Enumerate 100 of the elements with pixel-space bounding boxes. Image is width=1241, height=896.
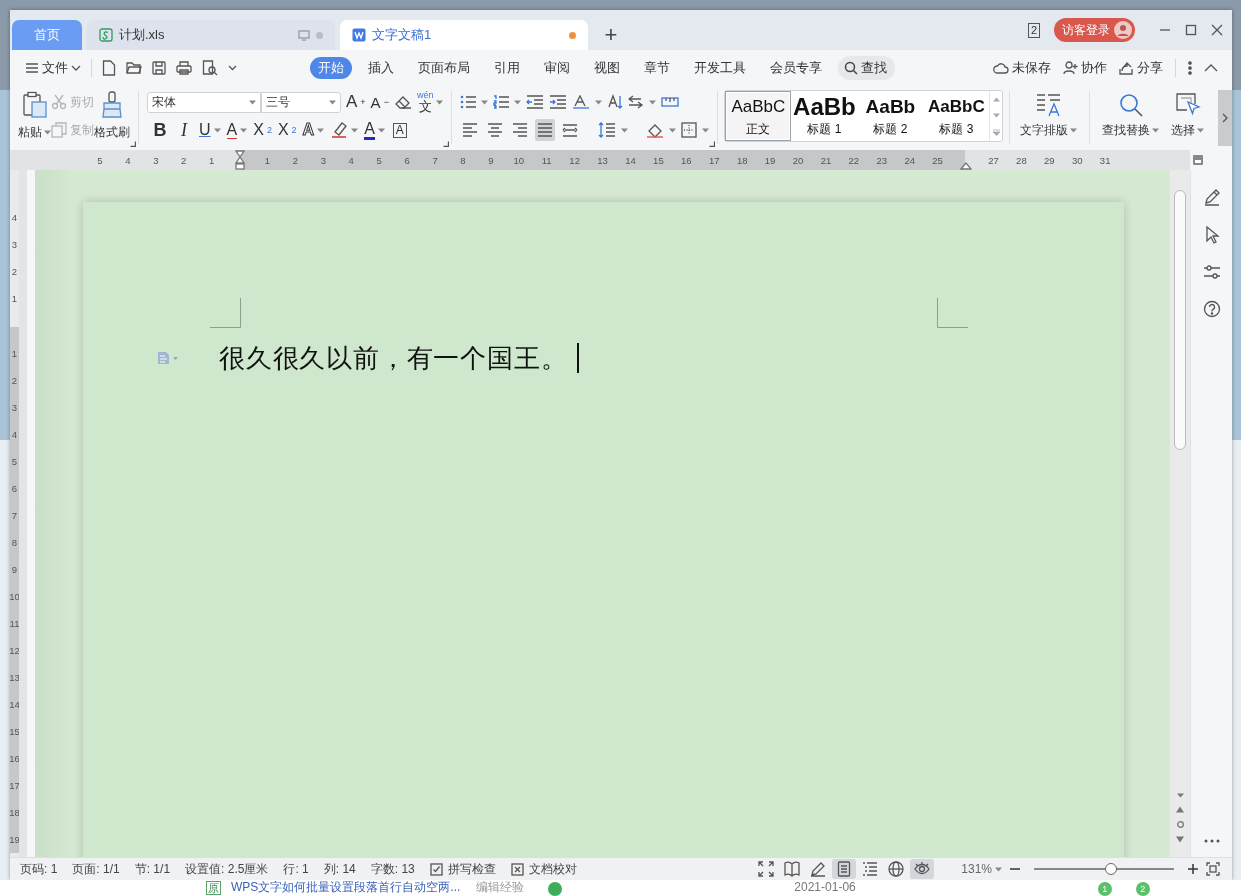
next-page-icon[interactable]	[1176, 836, 1184, 843]
caret-icon[interactable]	[377, 127, 385, 133]
ribbon-tab[interactable]: 引用	[486, 56, 528, 79]
italic-button[interactable]: I	[175, 119, 193, 141]
indent-marker-icon[interactable]	[234, 150, 245, 170]
caret-icon[interactable]	[1152, 128, 1160, 133]
caret-icon[interactable]	[649, 99, 657, 105]
style-option[interactable]: AaBbC 正文	[725, 91, 792, 141]
increase-indent-icon[interactable]	[549, 95, 568, 109]
spell-check-button[interactable]: 拼写检查	[429, 860, 496, 878]
new-document-icon[interactable]	[102, 59, 116, 76]
ribbon-tab[interactable]: 会员专享	[762, 56, 830, 79]
print-preview-icon[interactable]	[202, 59, 218, 76]
layout-button[interactable]: 文字排版	[1020, 85, 1078, 139]
ribbon-tab[interactable]: 开发工具	[686, 56, 754, 79]
collapse-icon[interactable]	[1204, 63, 1218, 72]
caret-icon[interactable]	[249, 99, 256, 105]
more-icon[interactable]	[228, 64, 237, 71]
line-spacing-icon[interactable]	[598, 122, 617, 138]
dialog-launcher-icon[interactable]	[443, 141, 450, 147]
save-icon[interactable]	[152, 60, 166, 75]
strike-button[interactable]: A	[226, 119, 248, 141]
bullet-list-icon[interactable]	[460, 95, 477, 109]
proofread-button[interactable]: 文档校对	[510, 860, 577, 878]
close-icon[interactable]	[1211, 24, 1223, 36]
caret-icon[interactable]	[1197, 128, 1205, 133]
clear-format-icon[interactable]	[393, 94, 412, 110]
new-tab-button[interactable]: +	[593, 20, 629, 50]
caret-icon[interactable]	[213, 127, 221, 133]
more-icon[interactable]	[1203, 839, 1220, 843]
ruler-toggle-icon[interactable]	[1192, 154, 1204, 166]
login-button[interactable]: 访客登录	[1054, 18, 1135, 42]
slider-thumb[interactable]	[1105, 863, 1117, 875]
window-count[interactable]: 2	[1027, 22, 1040, 38]
ribbon-tab[interactable]: 插入	[360, 56, 402, 79]
share-button[interactable]: 分享	[1119, 58, 1163, 77]
cloud-button[interactable]: 未保存	[993, 58, 1051, 77]
decrease-indent-icon[interactable]	[526, 95, 545, 109]
caret-icon[interactable]	[514, 99, 522, 105]
ribbon-tab[interactable]: 页面布局	[410, 56, 478, 79]
browse-object-icon[interactable]	[1176, 821, 1184, 828]
style-option[interactable]: AaBb 标题 1	[791, 91, 858, 141]
font-dropdown[interactable]: 宋体	[147, 91, 261, 113]
print-icon[interactable]	[176, 60, 192, 75]
bold-button[interactable]: B	[151, 119, 169, 141]
article-link[interactable]: WPS文字如何批量设置段落首行自动空两...	[231, 880, 461, 894]
shrink-font-button[interactable]: A $^{−}$	[370, 91, 389, 113]
help-icon[interactable]	[1202, 300, 1221, 318]
document-tab[interactable]: 文字文稿1	[340, 20, 588, 50]
caret-icon[interactable]	[595, 99, 603, 105]
ruler-icon[interactable]	[661, 97, 680, 107]
line-break-icon[interactable]	[628, 95, 645, 109]
ribbon-tab[interactable]: 视图	[586, 56, 628, 79]
select-button[interactable]: 选择	[1171, 85, 1205, 139]
collab-button[interactable]: 协作	[1063, 58, 1107, 77]
shading-icon[interactable]	[646, 122, 665, 138]
fit-window-icon[interactable]	[1206, 862, 1220, 876]
scroll-down-icon[interactable]	[1176, 793, 1184, 798]
font-size-dropdown[interactable]: 三号	[261, 91, 341, 113]
caret-icon[interactable]	[621, 127, 629, 133]
caret-icon[interactable]	[481, 99, 489, 105]
caret-icon[interactable]	[351, 127, 359, 133]
search-button[interactable]: 查找	[838, 55, 895, 80]
scroll-up-icon[interactable]	[992, 96, 1000, 102]
caret-icon[interactable]	[1070, 128, 1078, 133]
caret-icon[interactable]	[995, 866, 1002, 872]
zoom-dropdown[interactable]: 131%	[961, 862, 1002, 876]
page-view-button[interactable]	[832, 859, 857, 879]
sort-icon[interactable]	[607, 94, 624, 110]
ribbon-tab[interactable]: 章节	[636, 56, 678, 79]
zoom-in-icon[interactable]	[1188, 864, 1198, 874]
dialog-launcher-icon[interactable]	[130, 141, 136, 147]
dialog-launcher-icon[interactable]	[709, 141, 716, 147]
find-button[interactable]: 查找替换	[1102, 85, 1160, 139]
caret-icon[interactable]	[436, 99, 444, 105]
phonetic-guide-button[interactable]: wén 文	[416, 91, 444, 113]
document-tab[interactable]: 计划.xls	[87, 20, 335, 50]
expand-gallery-icon[interactable]	[992, 128, 1000, 136]
ribbon-tab[interactable]: 开始	[310, 56, 352, 79]
style-option[interactable]: AaBbC 标题 3	[923, 91, 990, 141]
align-justify-button[interactable]	[535, 119, 556, 141]
numbered-list-icon[interactable]	[493, 95, 510, 109]
maximize-icon[interactable]	[1185, 24, 1197, 36]
caret-icon[interactable]	[702, 127, 710, 133]
scroll-down-icon[interactable]	[992, 112, 1000, 118]
settings-sliders-icon[interactable]	[1202, 264, 1221, 280]
caret-icon[interactable]	[44, 130, 51, 135]
caret-icon[interactable]	[669, 127, 677, 133]
cursor-icon[interactable]	[1203, 226, 1220, 244]
pen-icon[interactable]	[1202, 188, 1221, 206]
eye-view-button[interactable]	[910, 859, 935, 879]
underline-button[interactable]: U	[199, 119, 221, 141]
open-folder-icon[interactable]	[126, 60, 142, 75]
grow-font-button[interactable]: A $^{+}$	[346, 91, 366, 113]
color-button[interactable]: A	[364, 119, 385, 141]
previous-page-icon[interactable]	[1176, 806, 1184, 813]
borders-icon[interactable]	[681, 122, 698, 138]
caret-icon[interactable]	[329, 99, 336, 105]
character-spacing-icon[interactable]	[572, 95, 591, 109]
ribbon-tab[interactable]: 审阅	[536, 56, 578, 79]
